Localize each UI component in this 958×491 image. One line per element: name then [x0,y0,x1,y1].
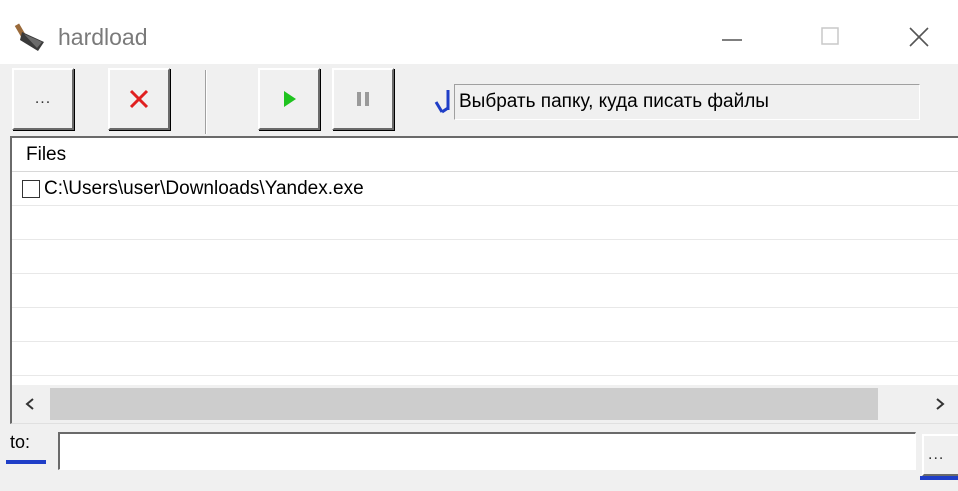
empty-row [12,308,958,342]
green-play-icon [284,91,296,107]
shovel-icon [14,23,44,51]
focus-underline [920,476,958,480]
empty-row [12,274,958,308]
focus-underline [6,460,46,464]
chevron-left-icon [25,398,34,410]
horizontal-scrollbar[interactable] [12,385,958,423]
list-header[interactable]: Files [12,138,958,172]
ellipsis-label: ... [928,446,945,463]
browse-files-button[interactable]: ... [12,68,74,130]
window-title: hardload [58,24,148,50]
maximize-icon[interactable] [800,14,860,58]
row-checkbox[interactable] [22,179,40,198]
red-x-icon [129,89,149,109]
destination-folder-input[interactable] [58,432,916,470]
empty-row [12,240,958,274]
file-path: C:\Users\user\Downloads\Yandex.exe [44,177,364,199]
list-item[interactable]: C:\Users\user\Downloads\Yandex.exe [12,172,958,206]
scroll-left-button[interactable] [12,385,48,423]
minimize-icon[interactable] [700,14,760,58]
toolbar: ... Выбрать папку, куда писать файлы [0,64,958,136]
toolbar-separator [205,70,207,134]
destination-label: to: [10,432,31,452]
scroll-right-button[interactable] [922,385,958,423]
scrollbar-thumb[interactable] [50,388,878,420]
blue-note-icon [434,90,450,114]
list-rows: C:\Users\user\Downloads\Yandex.exe [12,172,958,376]
empty-row [12,206,958,240]
browse-destination-button[interactable]: ... [922,434,958,476]
title-bar: hardload [0,0,958,64]
status-message: Выбрать папку, куда писать файлы [454,84,920,120]
pause-icon [357,92,369,106]
pause-button[interactable] [332,68,394,130]
chevron-right-icon [936,398,945,410]
column-header-files[interactable]: Files [26,144,66,165]
close-icon[interactable] [888,14,948,58]
ellipsis-label: ... [34,90,52,107]
start-button[interactable] [258,68,320,130]
file-list[interactable]: Files C:\Users\user\Downloads\Yandex.exe [10,136,958,424]
delete-button[interactable] [108,68,170,130]
empty-row [12,342,958,376]
